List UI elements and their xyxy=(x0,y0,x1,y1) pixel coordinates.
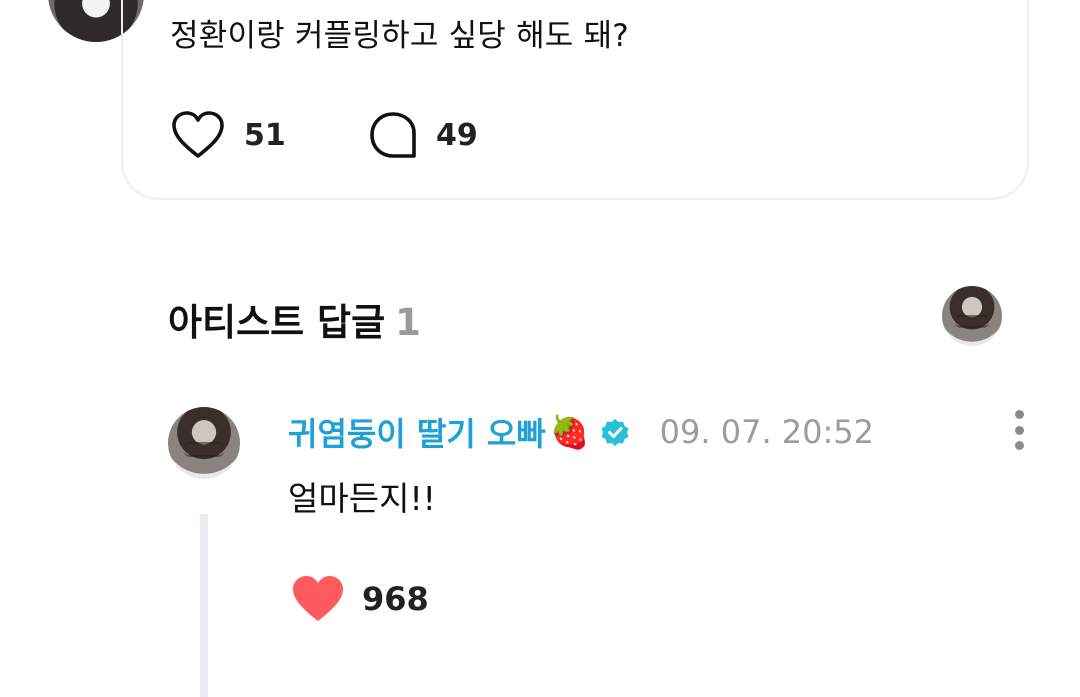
reply-header: 귀염둥이 딸기 오빠 🍓 09. 07. 20:52 xyxy=(288,409,874,455)
thread-line xyxy=(200,514,208,697)
more-vertical-icon[interactable] xyxy=(1006,410,1032,450)
speech-bubble-icon xyxy=(370,112,416,158)
reply-like-count: 968 xyxy=(362,580,429,618)
reply-timestamp: 09. 07. 20:52 xyxy=(659,413,874,451)
post-comment-count: 49 xyxy=(436,117,478,153)
verified-badge-icon xyxy=(601,419,629,446)
heart-outline-icon xyxy=(172,111,224,158)
artist-replies-header: 아티스트 답글 1 xyxy=(168,292,421,346)
artist-avatar-button[interactable] xyxy=(942,286,1002,346)
reply-like-button[interactable]: 968 xyxy=(290,574,429,624)
post-comment-button[interactable]: 49 xyxy=(368,110,478,160)
heart-filled-icon xyxy=(293,576,343,621)
post-text: 정환이랑 커플링하고 싶당 해도 돼? xyxy=(170,18,629,54)
strawberry-emoji: 🍓 xyxy=(549,413,590,451)
post-like-count: 51 xyxy=(244,117,286,153)
reply-text: 얼마든지!! xyxy=(288,479,436,518)
artist-replies-count: 1 xyxy=(395,301,421,344)
post-like-button[interactable]: 51 xyxy=(170,110,286,160)
artist-replies-title: 아티스트 답글 xyxy=(168,301,386,344)
reply-author-avatar[interactable] xyxy=(168,407,240,479)
reply-author-name[interactable]: 귀염둥이 딸기 오빠 xyxy=(288,409,546,455)
